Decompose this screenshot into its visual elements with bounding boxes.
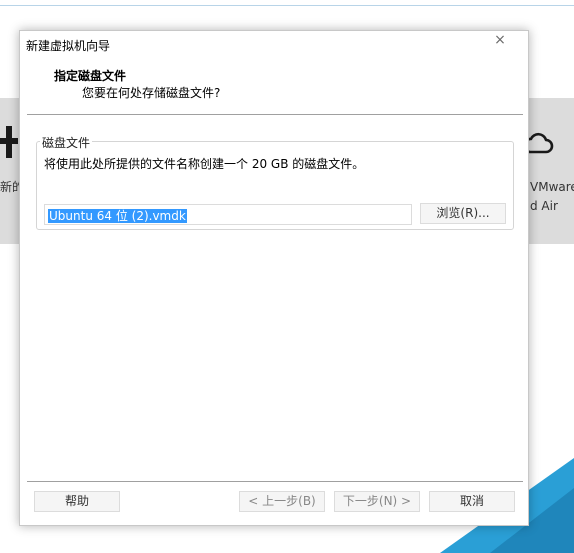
filename-selected-text: Ubuntu 64 位 (2).vmdk <box>48 209 187 223</box>
browse-button[interactable]: 浏览(R)... <box>420 203 506 224</box>
next-button[interactable]: 下一步(N) > <box>334 491 420 512</box>
background-top-border <box>0 0 574 6</box>
vmware-air-label-line1: VMware <box>530 180 574 194</box>
help-button[interactable]: 帮助 <box>34 491 120 512</box>
vmware-air-tile-label: VMware d Air <box>530 178 574 216</box>
cancel-button[interactable]: 取消 <box>429 491 515 512</box>
footer-divider <box>27 481 523 482</box>
disk-filename-input[interactable]: Ubuntu 64 位 (2).vmdk <box>44 204 412 225</box>
back-button[interactable]: < 上一步(B) <box>239 491 325 512</box>
disk-file-description: 将使用此处所提供的文件名称创建一个 20 GB 的磁盘文件。 <box>44 157 365 171</box>
page-title: 指定磁盘文件 <box>54 69 127 83</box>
page-subtitle: 您要在何处存储磁盘文件? <box>82 86 221 100</box>
header-divider <box>27 114 523 115</box>
close-icon[interactable]: × <box>490 32 510 50</box>
new-vm-wizard-dialog: 新建虚拟机向导 × 指定磁盘文件 您要在何处存储磁盘文件? 磁盘文件 将使用此处… <box>19 30 529 526</box>
dialog-titlebar[interactable]: 新建虚拟机向导 × <box>20 31 528 57</box>
groupbox-legend: 磁盘文件 <box>40 134 93 151</box>
vmware-air-label-line2: d Air <box>530 199 558 213</box>
dialog-title: 新建虚拟机向导 <box>26 39 111 53</box>
